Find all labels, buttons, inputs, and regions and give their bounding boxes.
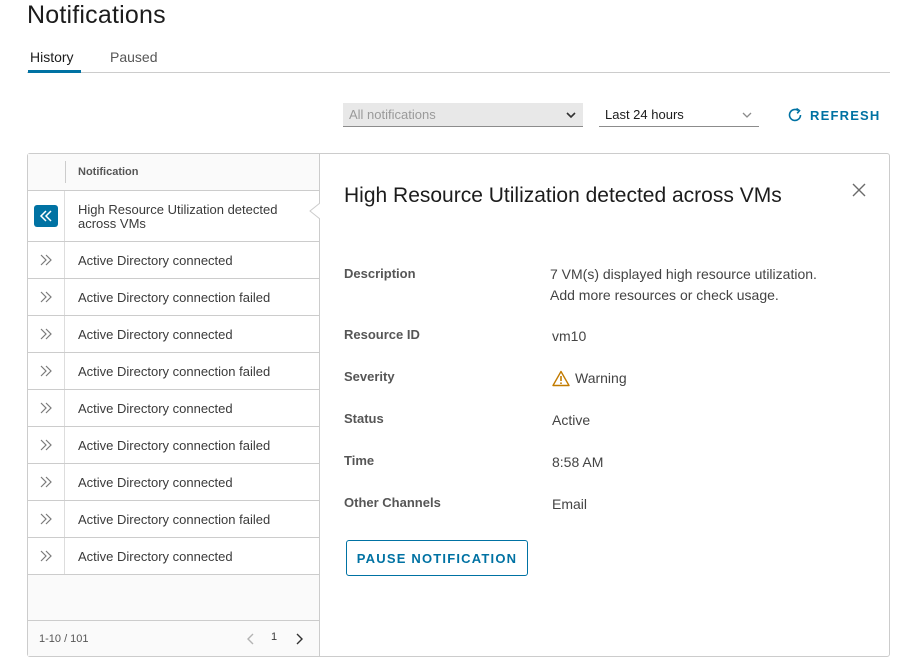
list-item[interactable]: Active Directory connected bbox=[28, 242, 319, 279]
list-item-title: Active Directory connection failed bbox=[78, 438, 271, 453]
list-item-title: Active Directory connection failed bbox=[78, 364, 271, 379]
refresh-label: REFRESH bbox=[810, 107, 881, 123]
column-divider bbox=[65, 161, 66, 183]
list-item[interactable]: Active Directory connection failed bbox=[28, 427, 319, 464]
list-item[interactable]: Active Directory connected bbox=[28, 316, 319, 353]
severity-label: Severity bbox=[344, 369, 395, 384]
current-page: 1 bbox=[271, 631, 278, 643]
chevron-down-icon bbox=[742, 112, 752, 118]
pagination-range: 1-10 / 101 bbox=[39, 633, 89, 645]
detail-title: High Resource Utilization detected acros… bbox=[344, 184, 782, 207]
tab-history[interactable]: History bbox=[30, 49, 74, 65]
resource-id-label: Resource ID bbox=[344, 327, 420, 342]
description-label: Description bbox=[344, 266, 416, 281]
row-expander[interactable] bbox=[28, 427, 65, 463]
list-item-title: Active Directory connection failed bbox=[78, 512, 271, 527]
row-expander[interactable] bbox=[28, 279, 65, 315]
list-item-title: Active Directory connected bbox=[78, 327, 233, 342]
double-chevron-right-icon bbox=[40, 328, 52, 340]
time-label: Time bbox=[344, 453, 375, 468]
notification-list: Notification High Resource Utilization d… bbox=[28, 154, 320, 656]
row-expander[interactable] bbox=[28, 464, 65, 500]
row-expander[interactable] bbox=[28, 316, 65, 352]
double-chevron-right-icon bbox=[40, 254, 52, 266]
double-chevron-right-icon bbox=[40, 402, 52, 414]
notification-type-select[interactable]: All notifications bbox=[343, 103, 583, 127]
pause-notification-button[interactable]: PAUSE NOTIFICATION bbox=[346, 540, 528, 576]
chevron-right-icon[interactable] bbox=[294, 633, 304, 645]
warning-icon bbox=[552, 370, 570, 387]
row-expander[interactable] bbox=[28, 353, 65, 389]
pagination-footer: 1-10 / 101 1 bbox=[28, 620, 319, 656]
row-expander[interactable] bbox=[28, 538, 65, 574]
chevron-down-icon bbox=[566, 112, 576, 119]
row-expander[interactable] bbox=[28, 501, 65, 537]
double-chevron-left-icon bbox=[39, 210, 52, 222]
list-item-title: Active Directory connected bbox=[78, 549, 233, 564]
list-item[interactable]: Active Directory connected bbox=[28, 390, 319, 427]
list-item-title: Active Directory connected bbox=[78, 475, 233, 490]
description-line-1: 7 VM(s) displayed high resource utilizat… bbox=[550, 266, 817, 282]
list-header: Notification bbox=[28, 154, 319, 191]
other-channels-label: Other Channels bbox=[344, 495, 441, 510]
status-label: Status bbox=[344, 411, 384, 426]
active-tab-indicator bbox=[28, 70, 81, 73]
selection-pointer bbox=[309, 203, 320, 219]
severity-text: Warning bbox=[575, 370, 627, 386]
close-icon[interactable] bbox=[851, 182, 867, 198]
description-value: 7 VM(s) displayed high resource utilizat… bbox=[550, 264, 817, 306]
list-item-title: Active Directory connection failed bbox=[78, 290, 271, 305]
double-chevron-right-icon bbox=[40, 476, 52, 488]
double-chevron-right-icon bbox=[40, 291, 52, 303]
notifications-grid: Notification High Resource Utilization d… bbox=[27, 153, 890, 657]
severity-value: Warning bbox=[552, 368, 627, 389]
tab-bar: History Paused bbox=[27, 40, 890, 73]
list-item[interactable]: Active Directory connected bbox=[28, 464, 319, 501]
row-expander[interactable] bbox=[28, 242, 65, 278]
detail-pane: High Resource Utilization detected acros… bbox=[320, 154, 889, 656]
notification-type-value: All notifications bbox=[349, 107, 436, 122]
resource-id-value: vm10 bbox=[552, 328, 587, 344]
double-chevron-right-icon bbox=[40, 439, 52, 451]
list-item[interactable]: Active Directory connection failed bbox=[28, 279, 319, 316]
time-range-value: Last 24 hours bbox=[605, 107, 684, 122]
double-chevron-right-icon bbox=[40, 513, 52, 525]
collapse-detail-button[interactable] bbox=[34, 205, 58, 227]
refresh-button[interactable]: REFRESH bbox=[786, 104, 881, 126]
row-expander[interactable] bbox=[28, 390, 65, 426]
other-channels-value: Email bbox=[552, 496, 588, 512]
page-title: Notifications bbox=[27, 1, 166, 29]
list-item[interactable]: High Resource Utilization detected acros… bbox=[28, 191, 320, 242]
column-header-notification: Notification bbox=[78, 166, 139, 178]
status-value: Active bbox=[552, 412, 591, 428]
row-expander[interactable] bbox=[28, 191, 65, 241]
list-item[interactable]: Active Directory connection failed bbox=[28, 353, 319, 390]
time-range-select[interactable]: Last 24 hours bbox=[599, 103, 759, 127]
list-item-title: High Resource Utilization detected acros… bbox=[78, 202, 278, 231]
list-item[interactable]: Active Directory connection failed bbox=[28, 501, 319, 538]
list-item[interactable]: Active Directory connected bbox=[28, 538, 319, 575]
chevron-left-icon[interactable] bbox=[246, 633, 256, 645]
time-value: 8:58 AM bbox=[552, 454, 604, 470]
description-line-2: Add more resources or check usage. bbox=[550, 287, 779, 303]
tab-paused[interactable]: Paused bbox=[110, 49, 157, 65]
list-item-title: Active Directory connected bbox=[78, 253, 233, 268]
double-chevron-right-icon bbox=[40, 550, 52, 562]
double-chevron-right-icon bbox=[40, 365, 52, 377]
refresh-icon bbox=[788, 107, 802, 122]
list-item-title: Active Directory connected bbox=[78, 401, 233, 416]
